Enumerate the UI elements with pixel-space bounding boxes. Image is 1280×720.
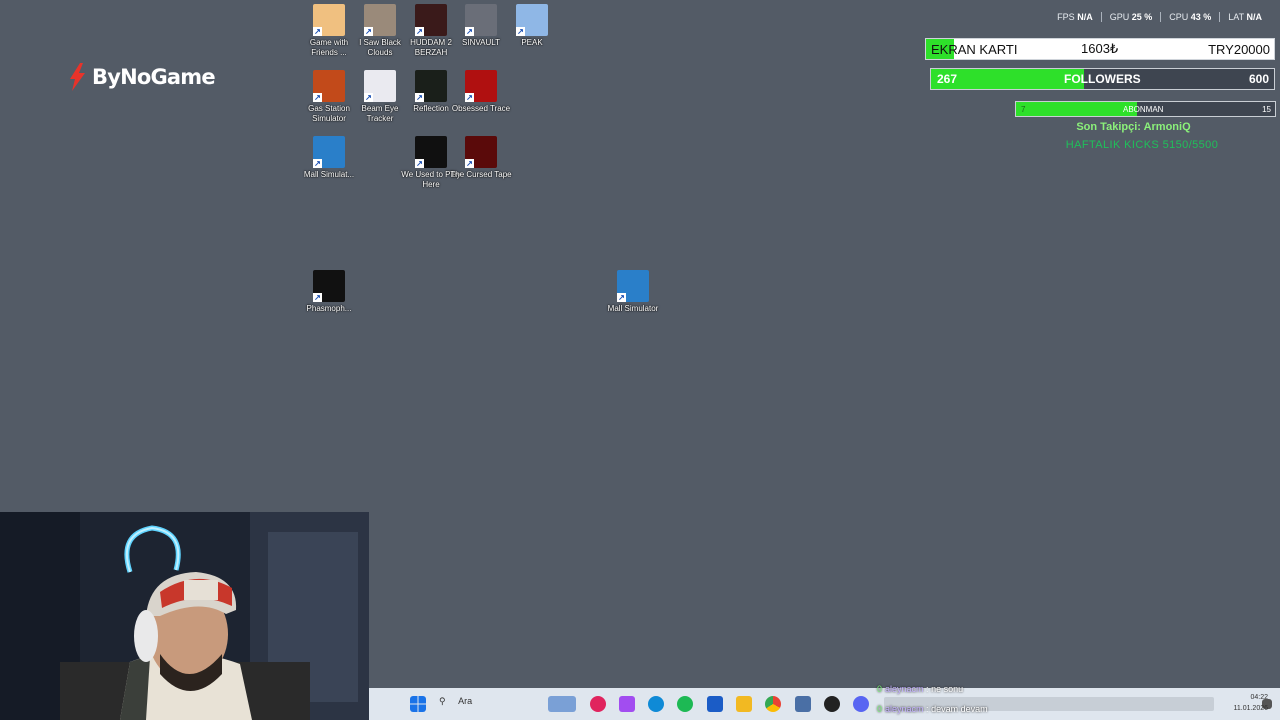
obs-icon[interactable] xyxy=(824,696,840,712)
clock-time: 04:22 xyxy=(1250,694,1268,701)
desktop-icon-label: Mall Simulator xyxy=(607,304,659,313)
shortcut-arrow-icon: ↗ xyxy=(313,93,322,102)
shortcut-arrow-icon: ↗ xyxy=(516,27,525,36)
sinvault-icon: ↗ xyxy=(465,4,497,36)
ekran-karti-current: 1603₺ xyxy=(1081,41,1119,56)
microsoft-store-icon[interactable] xyxy=(707,696,723,712)
shortcut-arrow-icon: ↗ xyxy=(313,293,322,302)
brand-name: ByNoGame xyxy=(92,65,216,89)
bynogame-logo: ByNoGame xyxy=(66,60,216,94)
webcam-image xyxy=(0,512,369,720)
desktop-icon[interactable]: ↗ PEAK xyxy=(501,4,563,48)
gas-station-icon: ↗ xyxy=(313,70,345,102)
desktop-icon-label: Obsessed Trace xyxy=(451,104,511,113)
spotify-icon[interactable] xyxy=(677,696,693,712)
ekran-karti-goal-bar: EKRAN KARTI 1603₺ TRY20000 xyxy=(925,38,1275,60)
abonman-current: 7 xyxy=(1021,104,1026,114)
search-placeholder: Ara xyxy=(458,696,473,706)
shortcut-arrow-icon: ↗ xyxy=(313,27,322,36)
desktop-icon-label: PEAK xyxy=(521,38,543,47)
chat-text: devam devam xyxy=(931,704,988,714)
desktop-icon[interactable]: ↗ Mall Simulator xyxy=(602,270,664,314)
clock-date: 11.01.2026 xyxy=(1233,705,1268,712)
chat-username: aleynacm xyxy=(885,684,924,694)
shortcut-arrow-icon: ↗ xyxy=(364,27,373,36)
ekran-karti-goal: TRY20000 xyxy=(1208,41,1270,57)
abonman-goal-bar: 7 ABONMAN 15 xyxy=(1015,101,1276,117)
chat-message: 0 aleynacm : ne sonu xyxy=(877,684,964,694)
phasmophobia-icon: ↗ xyxy=(313,270,345,302)
obsessed-trace-icon: ↗ xyxy=(465,70,497,102)
shortcut-arrow-icon: ↗ xyxy=(364,93,373,102)
followers-label: FOLLOWERS xyxy=(1064,72,1141,86)
we-used-to-play-icon: ↗ xyxy=(415,136,447,168)
mall-simulator-icon: ↗ xyxy=(313,136,345,168)
shortcut-arrow-icon: ↗ xyxy=(415,27,424,36)
peak-icon: ↗ xyxy=(516,4,548,36)
shortcut-arrow-icon: ↗ xyxy=(313,159,322,168)
file-explorer-icon[interactable] xyxy=(736,696,752,712)
edge-browser-icon[interactable] xyxy=(648,696,664,712)
latency-readout: LAT N/A xyxy=(1219,12,1270,22)
shortcut-arrow-icon: ↗ xyxy=(415,159,424,168)
search-icon: ⚲ xyxy=(439,696,446,706)
followers-goal-bar: 267 FOLLOWERS 600 xyxy=(930,68,1275,90)
abonman-progress-fill xyxy=(1016,102,1137,116)
reflection-icon: ↗ xyxy=(415,70,447,102)
desktop-icon[interactable]: ↗ Mall Simulat... xyxy=(298,136,360,180)
bynogame-logo-mark xyxy=(70,63,85,91)
chat-message: 0 aleynacm : devam devam xyxy=(877,704,988,714)
chat-username: aleynacm xyxy=(885,704,924,714)
music-app-icon[interactable] xyxy=(590,696,606,712)
mall-simulator-icon: ↗ xyxy=(617,270,649,302)
windows-start-icon[interactable] xyxy=(410,696,426,712)
game-with-friends-icon: ↗ xyxy=(313,4,345,36)
shortcut-arrow-icon: ↗ xyxy=(465,159,474,168)
copilot-icon[interactable] xyxy=(619,696,635,712)
desktop-icon[interactable]: ↗ The Cursed Tape xyxy=(450,136,512,180)
performance-overlay: FPS N/A GPU 25 % CPU 43 % LAT N/A xyxy=(1049,12,1270,22)
taskbar-search[interactable]: ⚲ Ara xyxy=(439,696,579,712)
weekly-kicks-text: HAFTALIK KICKS 5150/5500 xyxy=(1065,139,1219,151)
shortcut-arrow-icon: ↗ xyxy=(465,27,474,36)
desktop-icon-label: The Cursed Tape xyxy=(450,170,512,179)
ekran-karti-title: EKRAN KARTI xyxy=(931,41,1018,57)
shortcut-arrow-icon: ↗ xyxy=(415,93,424,102)
cpu-readout: CPU 43 % xyxy=(1160,12,1219,22)
cursed-tape-icon: ↗ xyxy=(465,136,497,168)
huddam-icon: ↗ xyxy=(415,4,447,36)
shortcut-arrow-icon: ↗ xyxy=(465,93,474,102)
discord-icon[interactable] xyxy=(853,696,869,712)
gpu-readout: GPU 25 % xyxy=(1100,12,1161,22)
chat-text: ne sonu xyxy=(931,684,964,694)
taskbar-clock[interactable]: 04:22 11.01.2026 xyxy=(1233,692,1268,714)
followers-goal: 600 xyxy=(1248,72,1269,86)
desktop-icon-label: Mall Simulat... xyxy=(303,170,355,179)
chrome-icon[interactable] xyxy=(765,696,781,712)
i-saw-black-clouds-icon: ↗ xyxy=(364,4,396,36)
followers-current: 267 xyxy=(937,72,958,86)
last-follower-text: Son Takipçi: ArmoniQ xyxy=(1076,121,1191,133)
fps-readout: FPS N/A xyxy=(1057,12,1093,22)
abonman-goal: 15 xyxy=(1262,104,1271,114)
abonman-label: ABONMAN xyxy=(1123,104,1164,114)
webcam-feed xyxy=(0,512,369,720)
beam-eye-icon: ↗ xyxy=(364,70,396,102)
settings-app-icon[interactable] xyxy=(795,696,811,712)
desktop-icon-label: Phasmoph... xyxy=(306,304,352,313)
desktop-icon[interactable]: ↗ Phasmoph... xyxy=(298,270,360,314)
shortcut-arrow-icon: ↗ xyxy=(617,293,626,302)
desktop-icon[interactable]: ↗ Obsessed Trace xyxy=(450,70,512,114)
